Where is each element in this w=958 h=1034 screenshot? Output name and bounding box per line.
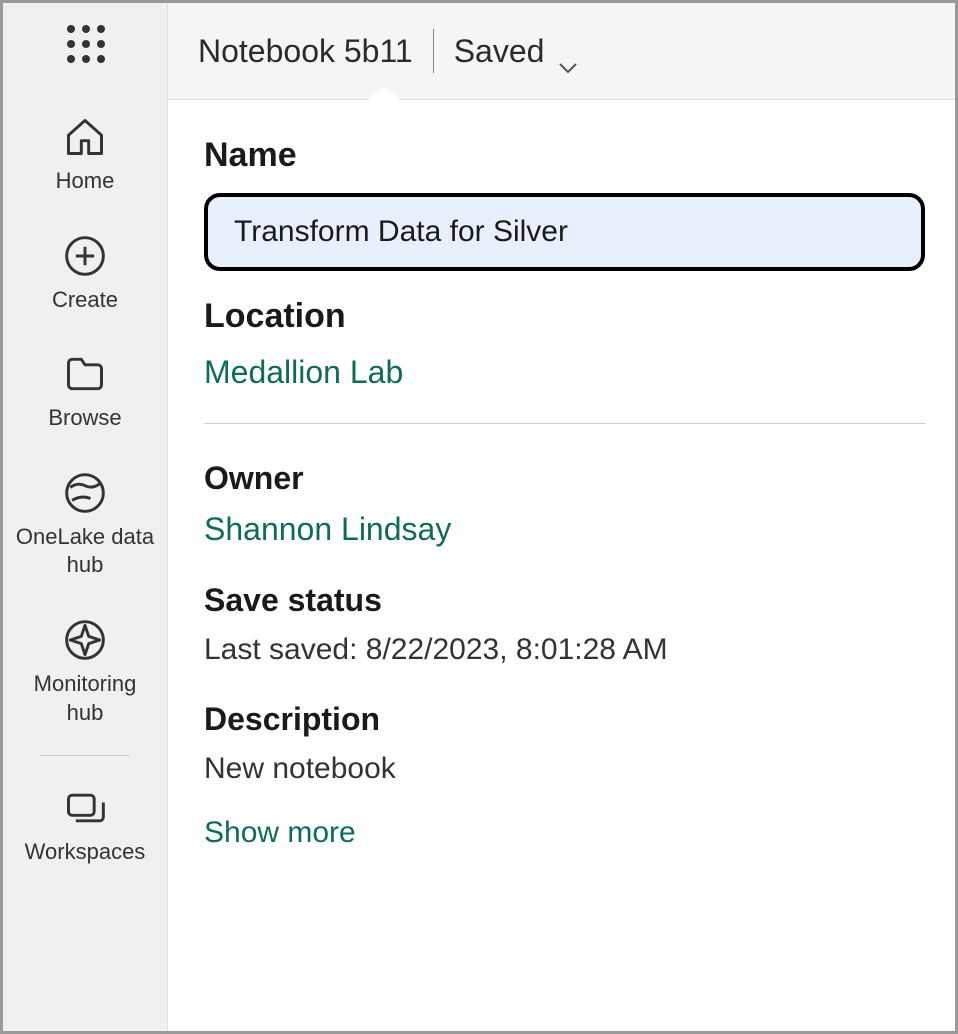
description-field-label: Description [204, 701, 925, 738]
onelake-icon [61, 469, 109, 517]
owner-link[interactable]: Shannon Lindsay [204, 511, 925, 548]
details-panel: Name Location Medallion Lab Owner Shanno… [168, 99, 955, 1031]
sidebar-item-label: Create [52, 286, 118, 315]
sidebar-item-workspaces[interactable]: Workspaces [3, 784, 167, 867]
workspaces-icon [61, 784, 109, 832]
app-launcher-icon[interactable] [63, 21, 107, 65]
sidebar-item-monitoring[interactable]: Monitoring hub [3, 616, 167, 727]
sidebar-item-label: Workspaces [25, 838, 146, 867]
section-divider [204, 423, 925, 424]
sidebar-item-label: Browse [48, 404, 121, 433]
sidebar-item-home[interactable]: Home [3, 113, 167, 196]
saved-status-dropdown[interactable]: Saved [454, 33, 579, 70]
sidebar-item-create[interactable]: Create [3, 232, 167, 315]
location-field-label: Location [204, 297, 925, 336]
sidebar: Home Create Browse [3, 3, 168, 1031]
sidebar-item-onelake[interactable]: OneLake data hub [3, 469, 167, 580]
owner-field-label: Owner [204, 460, 925, 497]
save-status-field-label: Save status [204, 582, 925, 619]
description-value: New notebook [204, 752, 925, 786]
sidebar-item-label: Monitoring hub [13, 670, 157, 727]
saved-status-label: Saved [454, 33, 545, 70]
main-area: Notebook 5b11 Saved Name Location Medall… [168, 3, 955, 1031]
header-divider [433, 29, 434, 73]
sidebar-item-browse[interactable]: Browse [3, 350, 167, 433]
header: Notebook 5b11 Saved [168, 3, 955, 99]
panel-arrow [368, 86, 400, 100]
sidebar-divider [40, 755, 130, 756]
location-link[interactable]: Medallion Lab [204, 354, 925, 391]
name-input[interactable] [204, 193, 925, 271]
create-icon [61, 232, 109, 280]
notebook-title[interactable]: Notebook 5b11 [198, 33, 413, 70]
sidebar-item-label: OneLake data hub [13, 523, 157, 580]
sidebar-item-label: Home [56, 167, 115, 196]
name-field-label: Name [204, 136, 925, 175]
monitoring-icon [61, 616, 109, 664]
save-status-value: Last saved: 8/22/2023, 8:01:28 AM [204, 633, 925, 667]
chevron-down-icon [558, 45, 578, 57]
home-icon [61, 113, 109, 161]
folder-icon [61, 350, 109, 398]
show-more-link[interactable]: Show more [204, 816, 925, 850]
